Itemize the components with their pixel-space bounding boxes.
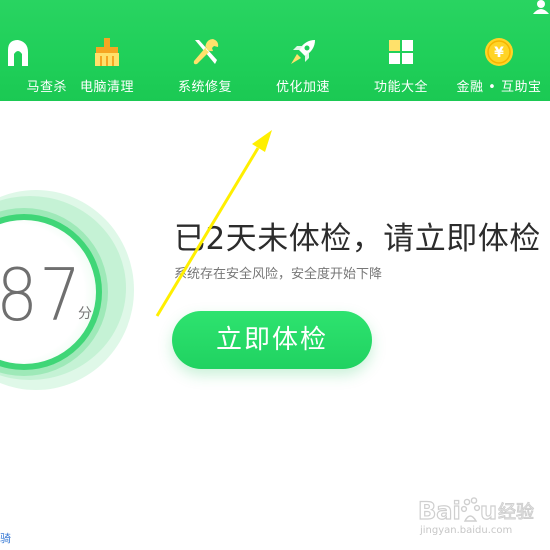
svg-text:u: u (480, 497, 497, 525)
bottom-corner-text[interactable]: 骑 (0, 530, 11, 546)
nav-label: 电脑清理 (79, 80, 134, 95)
rocket-icon (291, 40, 315, 64)
nav-feature-center[interactable]: 功能大全 (352, 30, 450, 96)
svg-text:¥: ¥ (494, 45, 504, 61)
score-unit: 分 (78, 306, 92, 322)
wrench-screwdriver-icon (193, 39, 219, 65)
checkup-headline: 已2天未体检，请立即体检 (174, 221, 541, 257)
trojan-scan-icon (8, 40, 28, 66)
nav-label: 优化加速 (275, 80, 330, 95)
watermark-text: Bai (418, 497, 461, 525)
watermark-url: jingyan.baidu.com (420, 525, 513, 536)
svg-text:经验: 经验 (498, 502, 534, 523)
nav-system-repair[interactable]: 系统修复 (156, 30, 254, 96)
nav-finance[interactable]: ¥ 金融 • 互助宝 (450, 30, 548, 96)
yuan-coin-icon: ¥ (485, 38, 513, 66)
risk-description: 系统存在安全风险，安全度开始下降 (174, 267, 383, 282)
user-icon[interactable] (532, 0, 550, 14)
nav-label: 金融 • 互助宝 (456, 80, 542, 95)
nav-label: 马查杀 (26, 80, 67, 95)
nav-pc-clean[interactable]: 电脑清理 (58, 30, 156, 96)
nav-label: 功能大全 (373, 80, 428, 95)
grid-icon (389, 40, 413, 64)
nav-label: 系统修复 (177, 80, 232, 95)
top-toolbar: 马查杀 电脑清理 系统修复 优化加速 功能大全 ¥ 金融 • 互助宝 (0, 0, 550, 101)
score-value: 87 (0, 253, 83, 337)
baidu-logo-icon: Bai u 经验 (417, 496, 534, 525)
broom-icon (95, 38, 119, 66)
check-now-button[interactable]: 立即体检 (172, 311, 372, 369)
nav-trojan-scan[interactable]: 马查杀 (0, 30, 67, 96)
baidu-watermark: Bai u 经验 jingyan.baidu.com (414, 495, 544, 541)
nav-optimize[interactable]: 优化加速 (254, 30, 352, 96)
